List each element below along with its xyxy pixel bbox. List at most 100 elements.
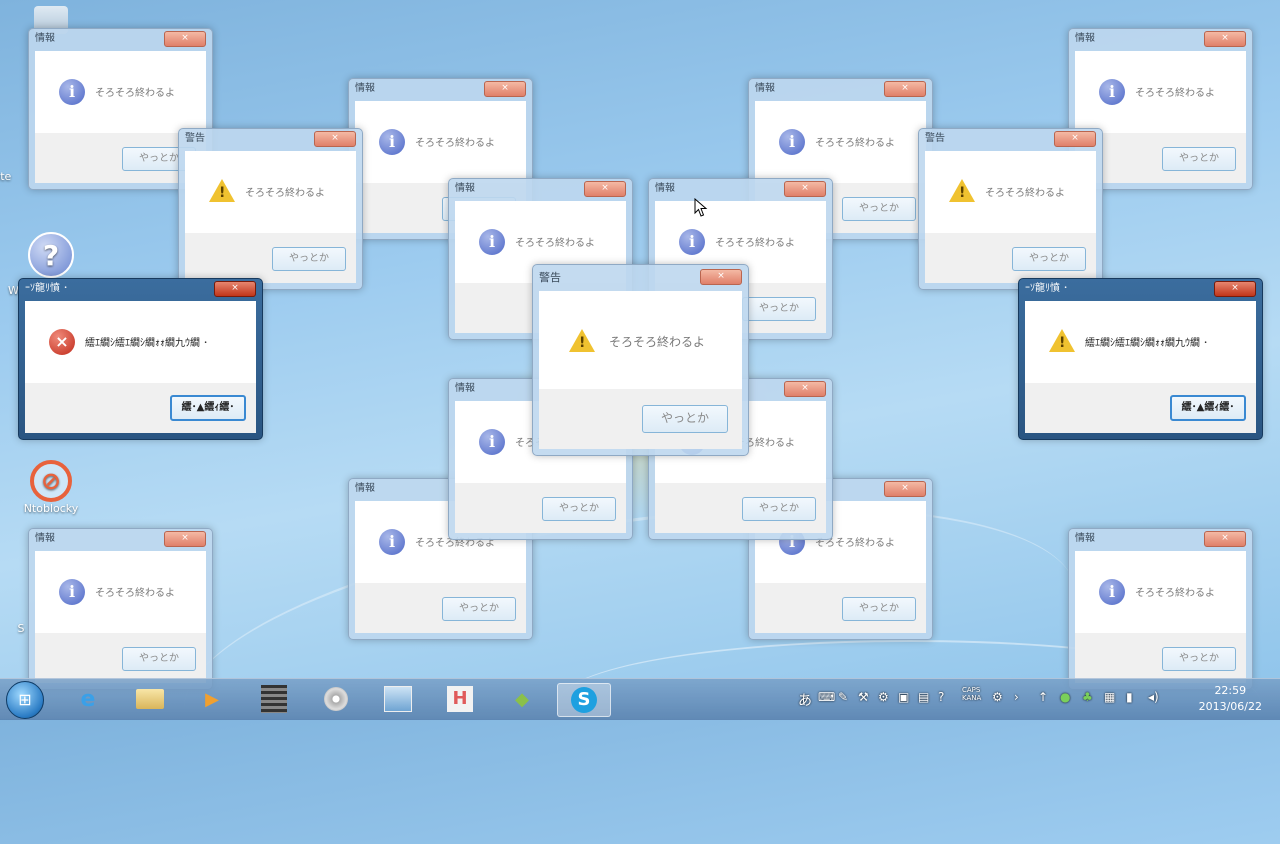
- taskbar-h-app[interactable]: H: [442, 683, 478, 715]
- clock[interactable]: 22:59 2013/06/22: [1199, 683, 1262, 715]
- warning-dialog[interactable]: 警告 × ! そろそろ終わるよ やっとか: [918, 128, 1103, 290]
- film-strip-icon: [261, 685, 287, 713]
- ime-mode-icon[interactable]: ⌨: [818, 690, 835, 704]
- internet-explorer-icon: e: [80, 686, 96, 712]
- info-dialog[interactable]: 情報 × i そろそろ終わるよ やっとか: [1068, 528, 1253, 690]
- ok-button[interactable]: やっとか: [122, 647, 196, 671]
- dialog-message: そろそろ終わるよ: [815, 138, 895, 149]
- ok-button[interactable]: やっとか: [1162, 647, 1236, 671]
- ok-button[interactable]: やっとか: [842, 597, 916, 621]
- dialog-message: そろそろ終わるよ: [1135, 588, 1215, 599]
- close-button[interactable]: ×: [484, 81, 526, 97]
- close-button[interactable]: ×: [700, 269, 742, 285]
- network-icon[interactable]: ▦: [1104, 690, 1115, 704]
- help-tray-icon[interactable]: ?: [938, 690, 944, 704]
- close-button[interactable]: ×: [1204, 31, 1246, 47]
- ok-button[interactable]: やっとか: [742, 497, 816, 521]
- clock-time: 22:59: [1214, 684, 1247, 697]
- tray-settings-icon[interactable]: ⚙: [992, 690, 1003, 704]
- ok-button[interactable]: やっとか: [842, 197, 916, 221]
- taskbar-image[interactable]: [380, 683, 416, 715]
- taskbar-video[interactable]: [256, 683, 292, 715]
- taskbar-disc[interactable]: [318, 683, 354, 715]
- signal-icon[interactable]: ▮: [1126, 690, 1133, 704]
- dialog-message: そろそろ終わるよ: [415, 138, 495, 149]
- ok-button[interactable]: やっとか: [542, 497, 616, 521]
- desktop-icon-help[interactable]: ? W: [8, 232, 86, 297]
- ok-button[interactable]: 繧･▲繧ｨ繧･: [170, 395, 246, 421]
- info-icon: i: [59, 579, 85, 605]
- close-button[interactable]: ×: [1054, 131, 1096, 147]
- warning-icon: !: [1049, 329, 1075, 352]
- close-button[interactable]: ×: [1204, 531, 1246, 547]
- ok-button[interactable]: やっとか: [1162, 147, 1236, 171]
- h-app-icon: H: [447, 686, 473, 712]
- close-button[interactable]: ×: [784, 181, 826, 197]
- warning-dialog[interactable]: 警告 × ! そろそろ終わるよ やっとか: [178, 128, 363, 290]
- taskbar-skype[interactable]: S: [557, 683, 611, 717]
- info-icon: i: [1099, 79, 1125, 105]
- pen-icon[interactable]: ✎: [838, 690, 848, 704]
- tray-app2-icon[interactable]: ▤: [918, 690, 929, 704]
- dialog-message: 繧ｴ繝ｼ繧ｴ繝ｼ繝ｫｫ繝九ｳ繝 ･: [1085, 338, 1209, 349]
- windows-logo-icon: ⊞: [18, 690, 32, 709]
- tray-leaf-icon[interactable]: ♣: [1082, 690, 1093, 704]
- caps-kana-indicator: CAPS KANA: [962, 686, 982, 702]
- taskbar-ie[interactable]: e: [70, 683, 106, 715]
- ok-button[interactable]: やっとか: [272, 247, 346, 271]
- volume-icon[interactable]: ◂): [1148, 690, 1159, 704]
- dialog-message: そろそろ終わるよ: [609, 335, 706, 349]
- desktop-icon-label: S: [17, 622, 25, 635]
- info-icon: i: [59, 79, 85, 105]
- close-button[interactable]: ×: [164, 531, 206, 547]
- info-icon: i: [479, 429, 505, 455]
- taskbar-media-player[interactable]: ▶: [194, 683, 230, 715]
- settings-icon[interactable]: ⚙: [878, 690, 889, 704]
- start-button[interactable]: ⊞: [6, 681, 44, 719]
- dialog-message: そろそろ終わるよ: [715, 238, 795, 249]
- ok-button[interactable]: やっとか: [642, 405, 728, 433]
- desktop-icon-block[interactable]: ⊘ Ntoblocky: [16, 460, 86, 515]
- error-icon: ×: [49, 329, 75, 355]
- block-icon: ⊘: [30, 460, 72, 502]
- close-button[interactable]: ×: [784, 381, 826, 397]
- dialog-message: そろそろ終わるよ: [245, 188, 325, 199]
- close-button[interactable]: ×: [214, 281, 256, 297]
- ok-button[interactable]: やっとか: [742, 297, 816, 321]
- warning-dialog[interactable]: ｰｿ龍ﾘ憤 ･ × ! 繧ｴ繝ｼ繧ｴ繝ｼ繝ｫｫ繝九ｳ繝 ･ 繧･▲繧ｨ繧･: [1018, 278, 1263, 440]
- dialog-message: そろそろ終わるよ: [985, 188, 1065, 199]
- close-button[interactable]: ×: [314, 131, 356, 147]
- chevron-right-icon[interactable]: ›: [1014, 690, 1019, 704]
- ok-button[interactable]: 繧･▲繧ｨ繧･: [1170, 395, 1246, 421]
- media-player-icon: ▶: [205, 688, 219, 710]
- close-button[interactable]: ×: [884, 481, 926, 497]
- info-icon: i: [379, 129, 405, 155]
- dialog-message: そろそろ終わるよ: [95, 88, 175, 99]
- info-icon: i: [679, 229, 705, 255]
- disc-icon: [324, 687, 348, 711]
- desktop-icon-label: Inte: [0, 170, 12, 183]
- mouse-cursor-icon: [694, 198, 708, 217]
- ok-button[interactable]: やっとか: [442, 597, 516, 621]
- tray-arrow-icon[interactable]: ↑: [1038, 690, 1048, 704]
- clock-date: 2013/06/22: [1198, 700, 1262, 713]
- tool-icon[interactable]: ⚒: [858, 690, 869, 704]
- close-button[interactable]: ×: [1214, 281, 1256, 297]
- close-button[interactable]: ×: [584, 181, 626, 197]
- ime-indicator[interactable]: あ: [798, 690, 812, 710]
- taskbar-explorer[interactable]: [132, 683, 168, 715]
- folder-icon: [136, 689, 164, 709]
- info-dialog[interactable]: 情報 × i そろそろ終わるよ やっとか: [28, 528, 213, 690]
- error-dialog[interactable]: ｰｿ龍ﾘ憤 ･ × × 繧ｴ繝ｼ繧ｴ繝ｼ繝ｫｫ繝九ｳ繝 ･ 繧･▲繧ｨ繧･: [18, 278, 263, 440]
- ok-button[interactable]: やっとか: [1012, 247, 1086, 271]
- dialog-message: 繧ｴ繝ｼ繧ｴ繝ｼ繝ｫｫ繝九ｳ繝 ･: [85, 338, 209, 349]
- tray-app-icon[interactable]: ▣: [898, 690, 909, 704]
- close-button[interactable]: ×: [884, 81, 926, 97]
- front-warning-dialog[interactable]: 警告 × ! そろそろ終わるよ やっとか: [532, 264, 749, 456]
- taskbar-cube[interactable]: ◆: [504, 683, 540, 715]
- tray-green-icon[interactable]: ●: [1060, 690, 1070, 704]
- info-icon: i: [779, 129, 805, 155]
- help-icon: ?: [28, 232, 74, 278]
- close-button[interactable]: ×: [164, 31, 206, 47]
- warning-icon: !: [569, 329, 595, 352]
